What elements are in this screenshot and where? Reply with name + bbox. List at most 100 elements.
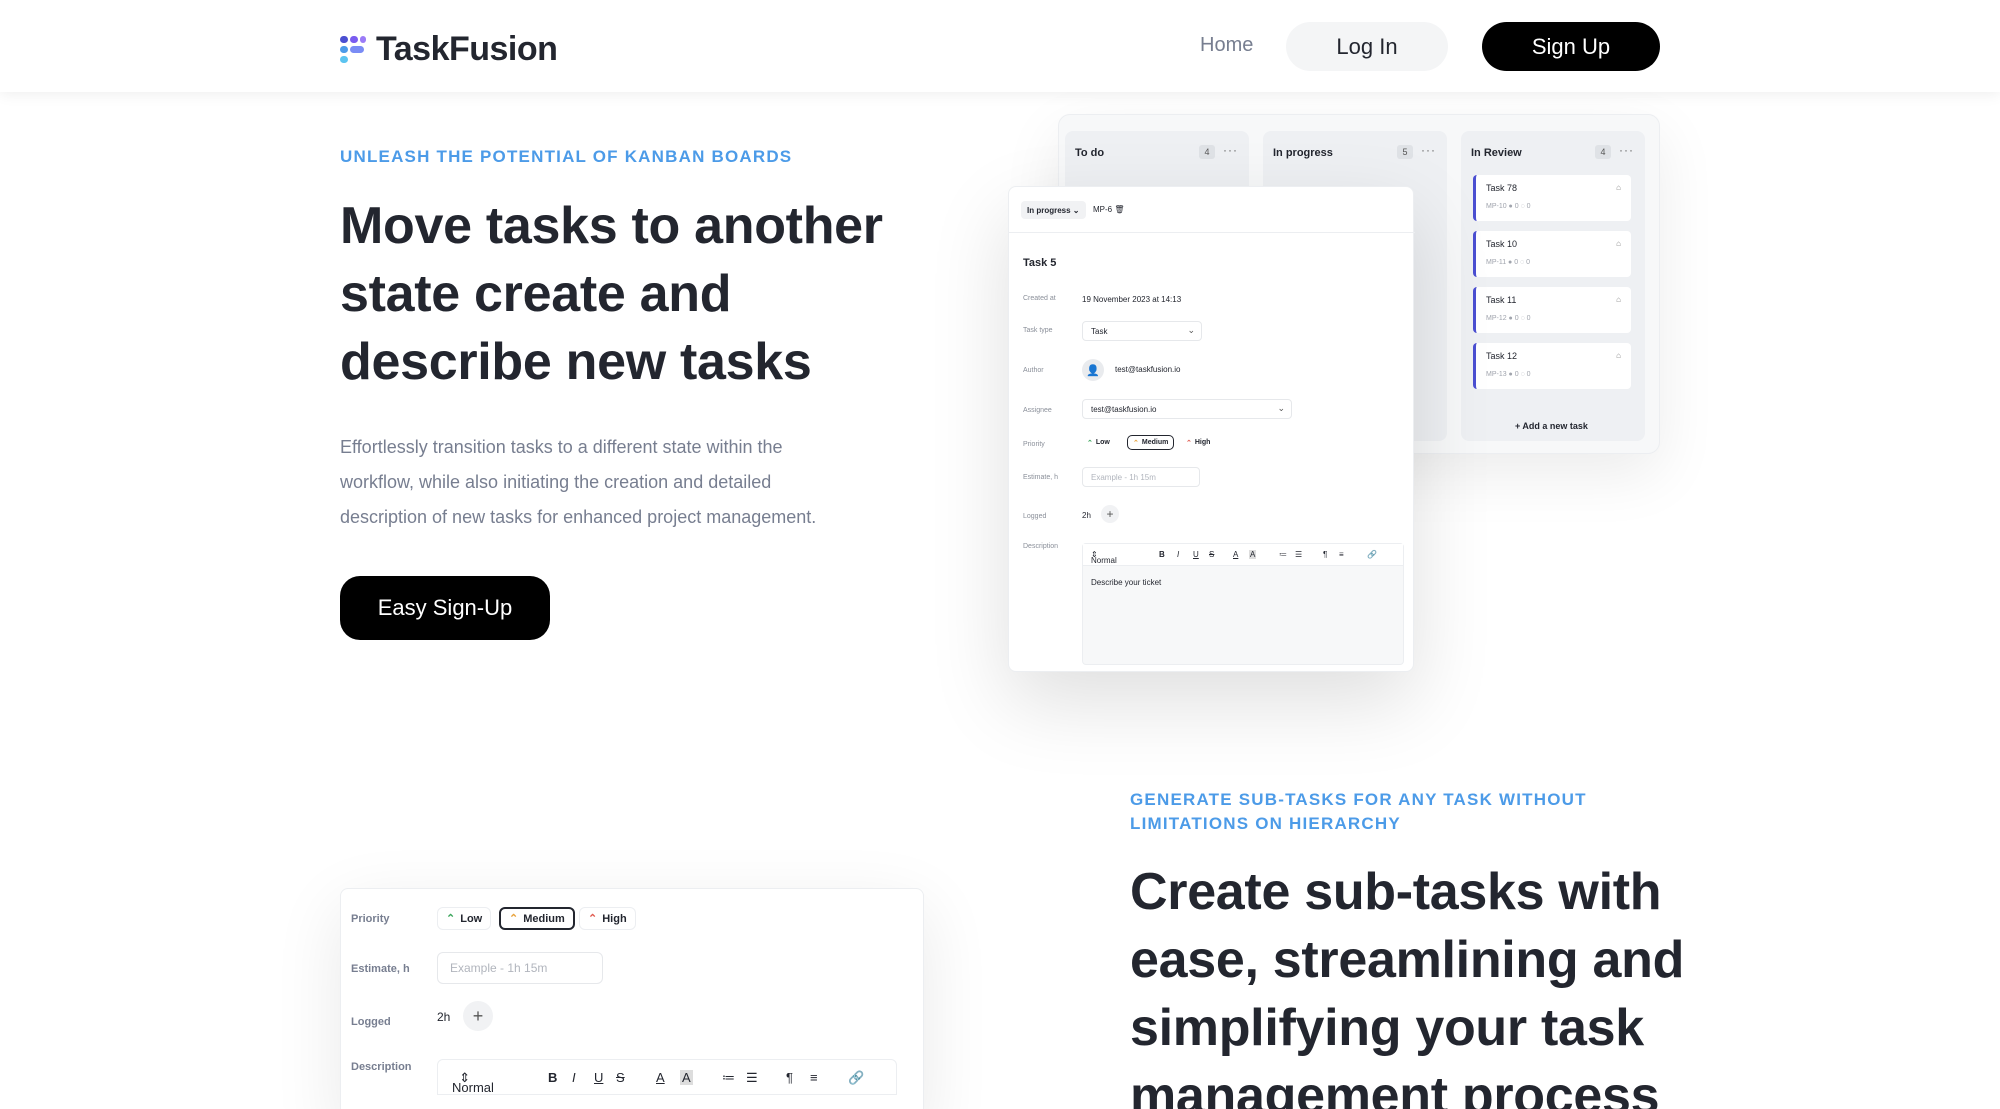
estimate-input[interactable]: Example - 1h 15m (437, 952, 603, 984)
low-priority-icon: ⌃ (1087, 439, 1093, 447)
logo-text: TaskFusion (376, 30, 558, 68)
nav-home-link[interactable]: Home (1200, 34, 1253, 57)
avatar: 👤 (1082, 359, 1104, 381)
priority-low-option[interactable]: ⌃ Low (1082, 435, 1115, 450)
ordered-list-icon[interactable]: ≔ (722, 1070, 735, 1086)
description-placeholder: Describe your ticket (1091, 578, 1162, 587)
strike-icon[interactable]: S (616, 1070, 625, 1085)
more-icon[interactable]: ··· (1421, 143, 1436, 157)
priority-low-label: Low (460, 912, 483, 925)
task-card[interactable]: Task 10 MP-11 ● 0 ◌ 0 ⌂ (1473, 231, 1631, 277)
priority-label: Priority (351, 913, 390, 925)
created-value: 19 November 2023 at 14:13 (1082, 295, 1182, 304)
medium-priority-icon: ⌃ (509, 913, 519, 925)
italic-icon[interactable]: I (1177, 550, 1179, 559)
headline-line: Move tasks to another (340, 197, 883, 255)
bold-icon[interactable]: B (1159, 550, 1165, 559)
text-color-icon[interactable]: A (656, 1070, 665, 1085)
priority-medium-label: Medium (1141, 439, 1169, 446)
card-meta: MP-10 ● 0 ◌ 0 (1486, 203, 1531, 210)
logo-icon (340, 35, 366, 64)
add-logged-button[interactable]: + (1101, 505, 1119, 523)
column-in-review: In Review 4 ··· Task 78 MP-10 ● 0 ◌ 0 ⌂ … (1461, 131, 1645, 441)
estimate-label: Estimate, h (1023, 474, 1059, 481)
priority-medium-label: Medium (523, 912, 565, 925)
top-nav: TaskFusion Home Log In Sign Up (0, 0, 2000, 92)
state-dropdown[interactable]: In progress ⌄ (1021, 201, 1086, 219)
modal-header: In progress ⌄ MP-6 🗑 (1009, 187, 1415, 233)
estimate-input[interactable]: Example - 1h 15m (1082, 467, 1200, 487)
text-style-select[interactable]: Normal ⇕ (1091, 550, 1117, 565)
highlight-icon[interactable]: A (680, 1070, 693, 1085)
task-card[interactable]: Task 12 MP-13 ● 0 ◌ 0 ⌂ (1473, 343, 1631, 389)
task-title: Task 5 (1023, 257, 1057, 269)
priority-label: Priority (1023, 441, 1045, 448)
priority-icon: ⌂ (1616, 295, 1621, 304)
text-style-select[interactable]: Normal ⇕ (452, 1070, 494, 1095)
strike-icon[interactable]: S (1209, 550, 1214, 559)
bullet-list-icon[interactable]: ☰ (746, 1070, 758, 1086)
bullet-list-icon[interactable]: ☰ (1295, 550, 1302, 559)
more-icon[interactable]: ··· (1619, 143, 1634, 157)
column-title: In Review (1471, 147, 1522, 159)
add-task-button[interactable]: + Add a new task (1515, 421, 1588, 431)
italic-icon[interactable]: I (572, 1070, 576, 1085)
logged-value: 2h (1082, 511, 1091, 520)
card-meta: MP-12 ● 0 ◌ 0 (1486, 315, 1531, 322)
author-label: Author (1023, 367, 1044, 374)
card-title: Task 78 (1486, 183, 1518, 193)
priority-icon: ⌂ (1616, 183, 1621, 192)
section1-eyebrow: UNLEASH THE POTENTIAL OF KANBAN BOARDS (340, 147, 793, 166)
ordered-list-icon[interactable]: ≔ (1279, 550, 1287, 559)
chevron-down-icon: ⌄ (1277, 403, 1285, 413)
chevron-down-icon: ⌄ (1187, 325, 1195, 335)
priority-medium-option[interactable]: ⌃ Medium (1127, 435, 1175, 450)
logo[interactable]: TaskFusion (340, 30, 558, 69)
align-icon[interactable]: ≡ (1339, 550, 1344, 559)
assignee-select[interactable]: test@taskfusion.io ⌄ (1082, 399, 1292, 419)
more-icon[interactable]: ··· (1223, 143, 1238, 157)
highlight-icon[interactable]: A (1249, 550, 1257, 559)
column-count: 5 (1397, 145, 1413, 159)
bold-icon[interactable]: B (548, 1070, 557, 1085)
align-icon[interactable]: ≡ (810, 1070, 818, 1085)
headline-line: Create sub-tasks with (1130, 863, 1662, 921)
task-type-select[interactable]: Task ⌄ (1082, 321, 1202, 341)
priority-medium-option[interactable]: ⌃ Medium (499, 907, 575, 930)
priority-high-option[interactable]: ⌃ High (1181, 435, 1215, 450)
add-logged-button[interactable]: + (463, 1001, 493, 1031)
signup-button[interactable]: Sign Up (1482, 22, 1660, 71)
priority-low-option[interactable]: ⌃ Low (437, 907, 492, 930)
headline-line: describe new tasks (340, 333, 812, 391)
description-label: Description (351, 1061, 412, 1073)
column-count: 4 (1595, 145, 1611, 159)
created-label: Created at (1023, 295, 1056, 302)
section2-headline: Create sub-tasks with ease, streamlining… (1130, 858, 1684, 1109)
logged-label: Logged (1023, 513, 1047, 520)
description-line: workflow, while also initiating the crea… (340, 472, 772, 492)
underline-icon[interactable]: U (1193, 550, 1199, 559)
easy-signup-button[interactable]: Easy Sign-Up (340, 576, 550, 640)
task-card[interactable]: Task 11 MP-12 ● 0 ◌ 0 ⌂ (1473, 287, 1631, 333)
priority-high-option[interactable]: ⌃ High (579, 907, 636, 930)
editor-toolbar: Normal ⇕ B I U S A A ≔ ☰ ¶ ≡ 🔗 (1083, 544, 1403, 566)
task-key-value: MP-6 (1093, 205, 1113, 214)
underline-icon[interactable]: U (594, 1070, 603, 1085)
headline-line: ease, streamlining and (1130, 931, 1685, 989)
eyebrow-line: LIMITATIONS ON HIERARCHY (1130, 814, 1401, 833)
login-button[interactable]: Log In (1286, 22, 1448, 71)
task-type-label: Task type (1023, 327, 1053, 334)
indent-icon[interactable]: ¶ (786, 1070, 793, 1085)
description-editor[interactable]: Normal ⇕ B I U S A A ≔ ☰ ¶ ≡ 🔗 Describe … (1082, 543, 1404, 665)
link-icon[interactable]: 🔗 (1367, 550, 1377, 559)
card-meta: MP-11 ● 0 ◌ 0 (1486, 259, 1531, 266)
link-icon[interactable]: 🔗 (848, 1070, 864, 1086)
column-count: 4 (1199, 145, 1215, 159)
description-line: description of new tasks for enhanced pr… (340, 507, 817, 527)
text-style-value: Normal (1091, 556, 1117, 565)
text-color-icon[interactable]: A (1233, 550, 1238, 559)
task-card[interactable]: Task 78 MP-10 ● 0 ◌ 0 ⌂ (1473, 175, 1631, 221)
indent-icon[interactable]: ¶ (1323, 550, 1327, 559)
task-type-value: Task (1091, 326, 1108, 336)
high-priority-icon: ⌃ (588, 913, 598, 925)
